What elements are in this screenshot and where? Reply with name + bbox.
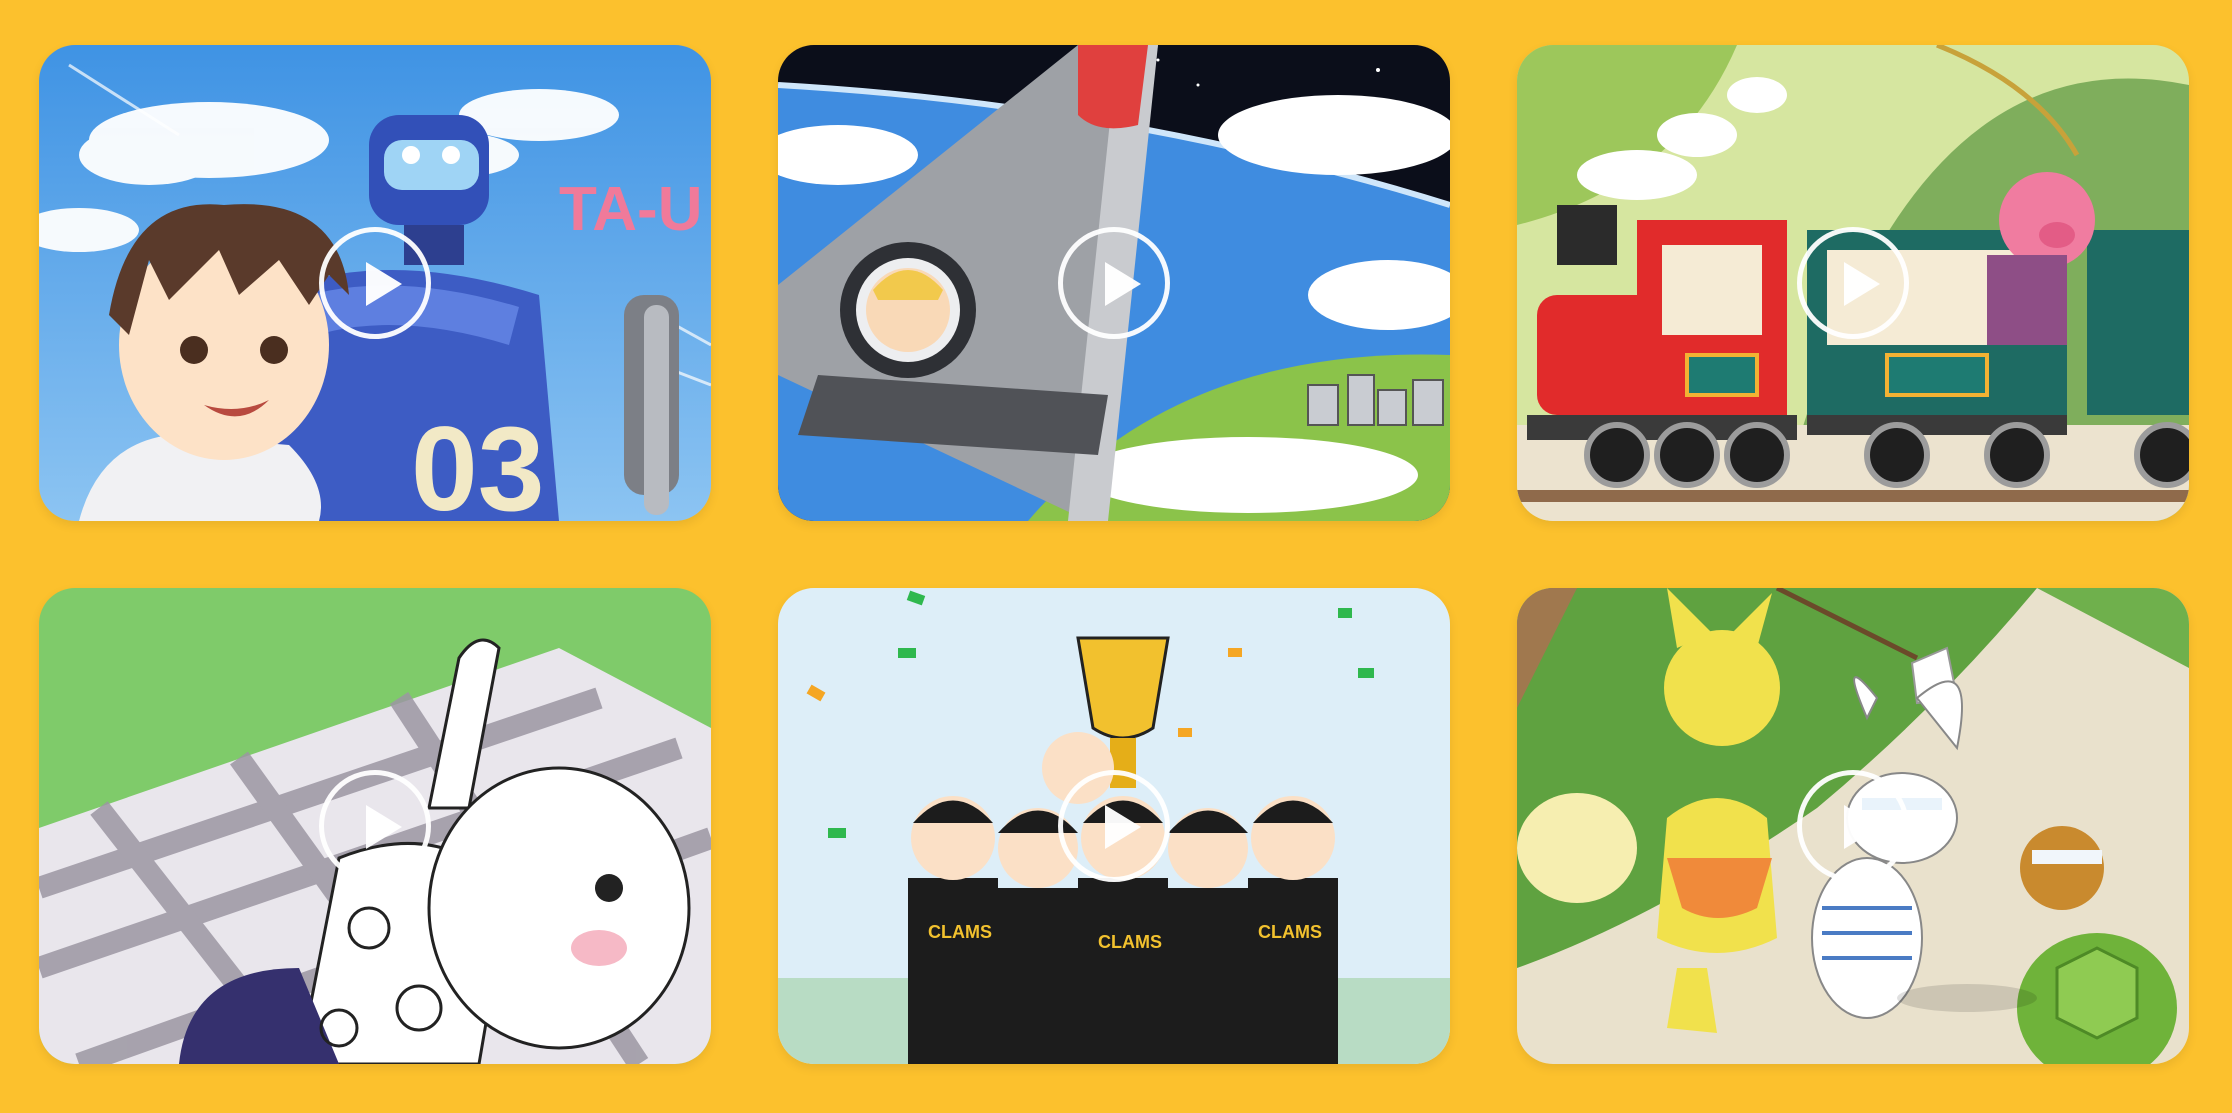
video-card-fox-rabbit-turtle[interactable] xyxy=(1517,588,2189,1064)
jersey-text: CLAMS xyxy=(928,922,992,942)
video-card-boy-robot[interactable]: 03 TA-U xyxy=(39,45,711,521)
play-icon xyxy=(1844,262,1880,306)
play-button[interactable] xyxy=(1797,227,1909,339)
jersey-text: CLAMS xyxy=(1258,922,1322,942)
play-icon xyxy=(1105,262,1141,306)
play-icon xyxy=(1105,805,1141,849)
play-icon xyxy=(366,262,402,306)
play-icon xyxy=(1844,805,1880,849)
jersey-text: CLAMS xyxy=(1098,932,1162,952)
video-card-train[interactable] xyxy=(1517,45,2189,521)
play-button[interactable] xyxy=(319,227,431,339)
video-card-rocket[interactable] xyxy=(778,45,1450,521)
video-card-picnic-child[interactable] xyxy=(39,588,711,1064)
play-button[interactable] xyxy=(1797,770,1909,882)
play-button[interactable] xyxy=(319,770,431,882)
scene-title-text: TA-U xyxy=(559,175,702,244)
play-button[interactable] xyxy=(1058,227,1170,339)
play-button[interactable] xyxy=(1058,770,1170,882)
video-card-team-trophy[interactable]: CLAMS CLAMS CLAMS xyxy=(778,588,1450,1064)
robot-number-text: 03 xyxy=(411,402,544,521)
video-grid: 03 TA-U CLAMS CLAMS CLAMS xyxy=(0,0,2232,1113)
play-icon xyxy=(366,805,402,849)
